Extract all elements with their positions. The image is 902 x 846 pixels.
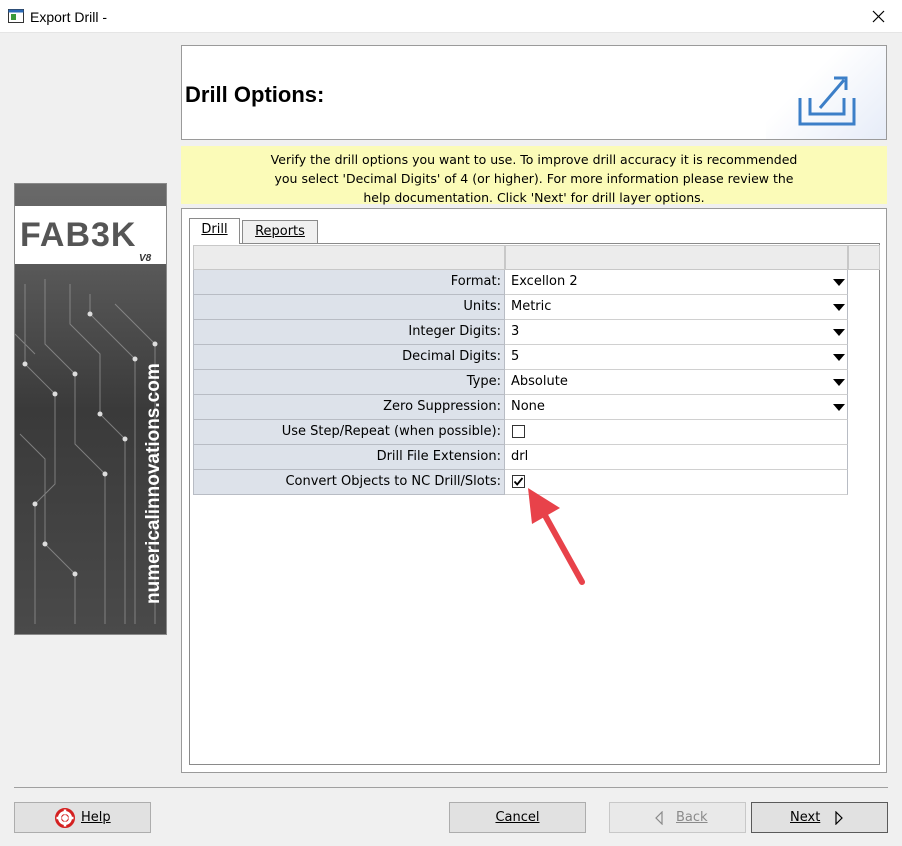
help-label: Help xyxy=(81,810,111,825)
option-label: Convert Objects to NC Drill/Slots: xyxy=(193,470,505,495)
option-label: Type: xyxy=(193,370,505,395)
dropdown-arrow-icon[interactable] xyxy=(833,304,845,311)
logo-version: V8 xyxy=(139,253,152,264)
option-value: None xyxy=(511,399,545,414)
next-arrow-icon xyxy=(835,811,843,825)
logo-brand: FAB3K xyxy=(20,216,136,254)
close-button[interactable] xyxy=(856,0,902,33)
dropdown-arrow-icon[interactable] xyxy=(833,379,845,386)
option-label: Zero Suppression: xyxy=(193,395,505,420)
back-button[interactable]: Back xyxy=(609,802,746,833)
export-icon xyxy=(798,76,856,126)
option-label: Drill File Extension: xyxy=(193,445,505,470)
title-bar: Export Drill - xyxy=(0,0,902,33)
info-banner: Verify the drill options you want to use… xyxy=(181,146,887,205)
next-button[interactable]: Next xyxy=(751,802,888,833)
info-text: Verify the drill options you want to use… xyxy=(270,152,798,205)
footer-separator xyxy=(14,787,888,788)
option-label: Use Step/Repeat (when possible): xyxy=(193,420,505,445)
circuit-logo-image: FAB3K V8 numericalinnovations.com xyxy=(15,184,166,634)
option-row-zero-suppression: Zero Suppression: None xyxy=(193,395,848,420)
tab-drill[interactable]: Drill xyxy=(189,218,240,244)
grid-header-spacer xyxy=(848,245,880,270)
decimal-digits-dropdown[interactable]: 5 xyxy=(505,345,848,370)
page-title: Drill Options: xyxy=(185,82,325,107)
dropdown-arrow-icon[interactable] xyxy=(833,354,845,361)
option-value: Absolute xyxy=(511,374,568,389)
help-lifebuoy-icon xyxy=(55,808,75,828)
grid-header-label-column xyxy=(193,245,505,270)
option-row-format: Format: Excellon 2 xyxy=(193,270,848,295)
option-row-type: Type: Absolute xyxy=(193,370,848,395)
cancel-label: Cancel xyxy=(495,810,540,825)
window-title: Export Drill - xyxy=(30,9,108,25)
format-dropdown[interactable]: Excellon 2 xyxy=(505,270,848,295)
option-row-file-extension: Drill File Extension: drl xyxy=(193,445,848,470)
option-row-units: Units: Metric xyxy=(193,295,848,320)
option-value: 5 xyxy=(511,349,520,364)
cancel-button[interactable]: Cancel xyxy=(449,802,586,833)
dropdown-arrow-icon[interactable] xyxy=(833,329,845,336)
units-dropdown[interactable]: Metric xyxy=(505,295,848,320)
type-dropdown[interactable]: Absolute xyxy=(505,370,848,395)
option-row-step-repeat: Use Step/Repeat (when possible): xyxy=(193,420,848,445)
option-label: Format: xyxy=(193,270,505,295)
step-repeat-checkbox[interactable] xyxy=(512,425,525,438)
option-row-integer-digits: Integer Digits: 3 xyxy=(193,320,848,345)
logo-website: numericalinnovations.com xyxy=(143,363,164,604)
grid-header-value-column xyxy=(505,245,848,270)
zero-suppression-dropdown[interactable]: None xyxy=(505,395,848,420)
help-button[interactable]: Help xyxy=(14,802,151,833)
brand-logo-panel: FAB3K V8 numericalinnovations.com xyxy=(14,183,167,635)
integer-digits-dropdown[interactable]: 3 xyxy=(505,320,848,345)
tab-reports[interactable]: Reports xyxy=(242,220,318,244)
option-value: drl xyxy=(511,449,529,464)
option-value: 3 xyxy=(511,324,520,339)
step-repeat-cell xyxy=(505,420,848,445)
option-label: Units: xyxy=(193,295,505,320)
next-label: Next xyxy=(790,810,821,825)
back-arrow-icon xyxy=(655,811,663,825)
option-label: Integer Digits: xyxy=(193,320,505,345)
app-icon xyxy=(8,9,24,23)
wizard-header: Drill Options: xyxy=(181,45,887,140)
file-extension-input[interactable]: drl xyxy=(505,445,848,470)
grid-header xyxy=(193,245,880,270)
back-label: Back xyxy=(676,810,708,825)
option-label: Decimal Digits: xyxy=(193,345,505,370)
option-value: Metric xyxy=(511,299,552,314)
close-icon xyxy=(872,10,885,23)
option-value: Excellon 2 xyxy=(511,274,578,289)
option-row-decimal-digits: Decimal Digits: 5 xyxy=(193,345,848,370)
annotation-arrow-icon xyxy=(528,488,585,585)
dropdown-arrow-icon[interactable] xyxy=(833,404,845,411)
dropdown-arrow-icon[interactable] xyxy=(833,279,845,286)
